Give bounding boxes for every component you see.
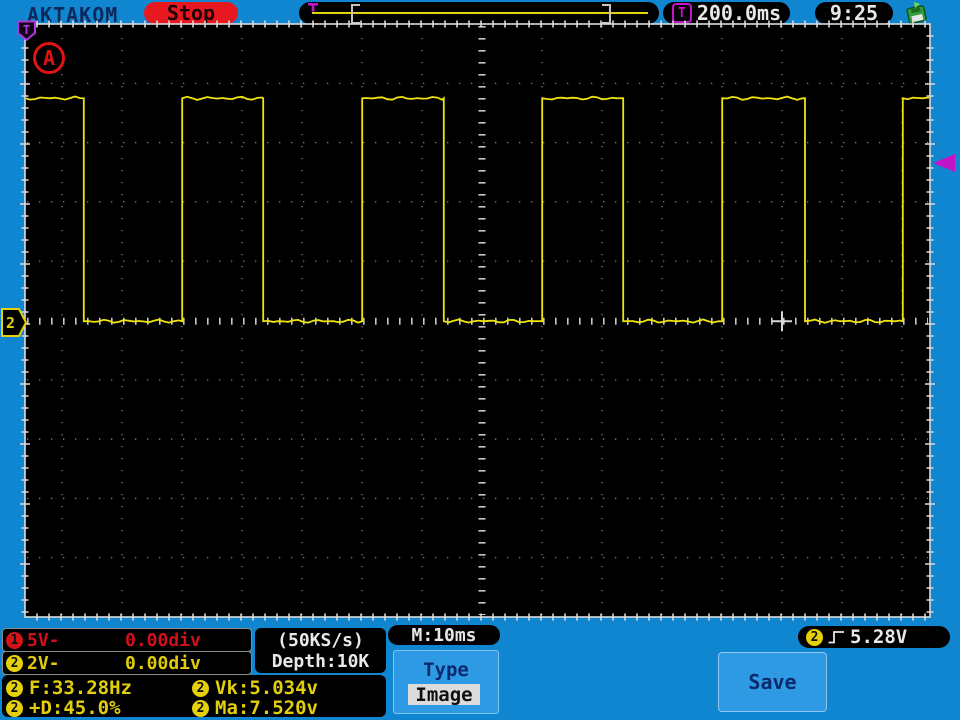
svg-text:2: 2: [6, 314, 15, 332]
sampling-info: (50KS/s) Depth:10K: [255, 628, 386, 673]
meas-duty: +D:45.0%: [29, 697, 121, 719]
measurements-panel: 2 F:33.28Hz 2 +D:45.0% 2 Vk:5.034v 2 Ma:…: [2, 675, 386, 719]
trigger-channel-badge: 2: [806, 628, 823, 646]
meas-ch-badge: 2: [192, 699, 209, 717]
auto-mode-indicator: A: [33, 42, 65, 74]
trigger-level-arrow-icon[interactable]: [933, 154, 955, 172]
memory-depth: Depth:10K: [271, 650, 370, 672]
meas-frequency: F:33.28Hz: [29, 677, 132, 699]
channel1-info: 1 5V- 0.00div: [2, 628, 252, 652]
channel1-badge: 1: [6, 631, 23, 649]
trigger-level-value: 5.28V: [850, 626, 908, 648]
meas-ma: Ma:7.520v: [215, 697, 318, 719]
meas-ch-badge: 2: [6, 679, 23, 697]
rising-edge-icon: [828, 631, 844, 644]
channel2-level-marker[interactable]: 2: [1, 308, 28, 337]
channel2-scale: 2V-: [27, 652, 60, 674]
channel1-offset: 0.00div: [125, 629, 201, 651]
oscilloscope-screen: AKTAKOM Stop T 200.0ms 9:25 T A 2 1 5V- …: [0, 0, 960, 720]
channel2-badge: 2: [6, 654, 23, 672]
meas-ch-badge: 2: [192, 679, 209, 697]
waveform-plot: [20, 20, 935, 621]
svg-text:T: T: [23, 23, 30, 37]
trigger-level-readout: 2 5.28V: [798, 626, 950, 648]
save-menu[interactable]: Type Image: [393, 650, 499, 714]
channel2-info: 2 2V- 0.00div: [2, 651, 252, 675]
trigger-flag-icon: T: [17, 20, 36, 42]
menu-item-type[interactable]: Type: [394, 659, 498, 681]
menu-selected-image[interactable]: Image: [408, 684, 480, 706]
channel1-scale: 5V-: [27, 629, 60, 651]
sample-rate: (50KS/s): [277, 629, 364, 651]
channel2-offset: 0.00div: [125, 652, 201, 674]
save-button[interactable]: Save: [718, 652, 827, 712]
meas-vk: Vk:5.034v: [215, 677, 318, 699]
meas-ch-badge: 2: [6, 699, 23, 717]
timebase-readout: M:10ms: [388, 625, 500, 646]
